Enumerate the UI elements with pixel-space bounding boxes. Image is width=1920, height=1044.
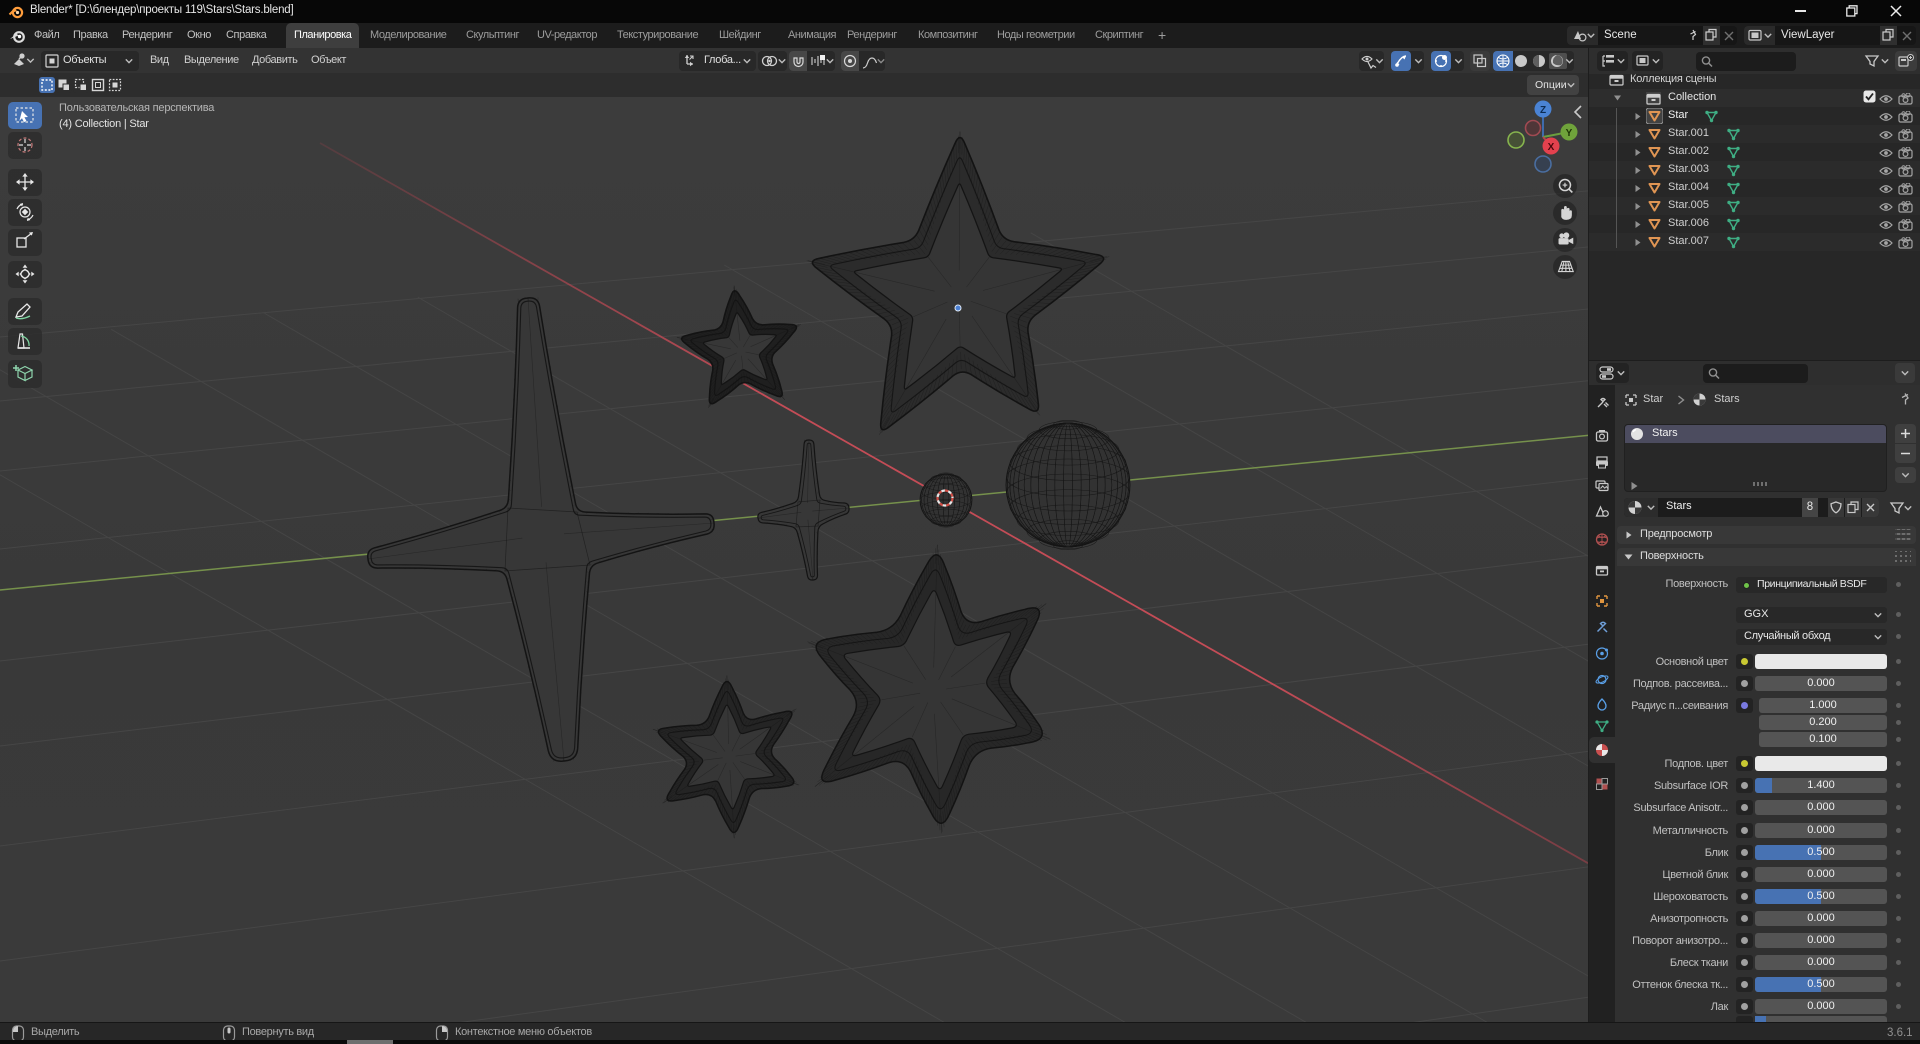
svg-text:X: X <box>1548 142 1555 153</box>
svg-text:Z: Z <box>1540 105 1546 116</box>
svg-text:Y: Y <box>1566 128 1573 139</box>
